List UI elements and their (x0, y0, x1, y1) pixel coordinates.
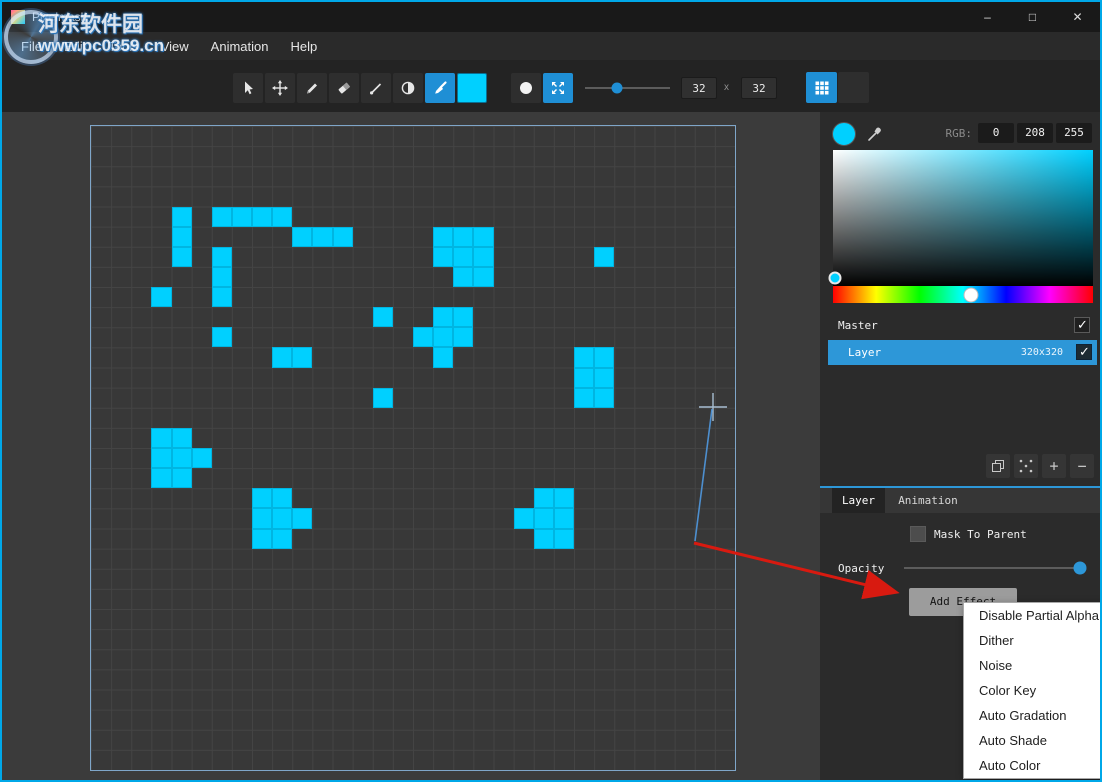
layers-toolbar: + − (986, 454, 1094, 478)
dots-icon (1018, 458, 1034, 474)
pixel-grid[interactable] (90, 125, 736, 771)
hue-marker[interactable] (963, 287, 978, 302)
effect-item-auto-color[interactable]: Auto Color (964, 753, 1102, 778)
menu-edit[interactable]: Edit (53, 39, 97, 54)
scatter-mode-button[interactable] (543, 73, 573, 103)
sv-marker[interactable] (829, 272, 842, 285)
fill-tool-button[interactable] (393, 73, 423, 103)
brush-shape-button[interactable] (511, 73, 541, 103)
line-tool-button[interactable] (361, 73, 391, 103)
mask-to-parent-checkbox[interactable] (910, 526, 926, 542)
rgb-label: RGB: (930, 127, 972, 140)
right-panel: RGB: 0 208 255 Master Layer 320x320 + − (820, 112, 1100, 780)
menu-bar: File Edit Tools View Animation Help (2, 32, 1100, 60)
pencil-tool-button[interactable] (297, 73, 327, 103)
window-title: Pixelmash (32, 10, 87, 24)
title-bar: Pixelmash – □ ✕ (2, 2, 1100, 32)
select-tool-button[interactable] (233, 73, 263, 103)
current-color-indicator[interactable] (832, 122, 856, 146)
master-layer-label: Master (838, 319, 878, 332)
transform-layer-button[interactable] (1014, 454, 1038, 478)
add-layer-button[interactable]: + (1042, 454, 1066, 478)
duplicate-layer-button[interactable] (986, 454, 1010, 478)
maximize-button[interactable]: □ (1010, 2, 1055, 32)
brush-size-handle[interactable] (612, 83, 623, 94)
opacity-slider[interactable] (904, 567, 1080, 569)
brush-size-slider[interactable] (585, 87, 670, 89)
app-icon (11, 10, 25, 24)
layer-size: 320x320 (1021, 347, 1063, 358)
plus-icon: + (1049, 457, 1058, 475)
minimize-button[interactable]: – (965, 2, 1010, 32)
menu-animation[interactable]: Animation (200, 39, 280, 54)
tab-animation[interactable]: Animation (885, 488, 971, 513)
hue-bar[interactable] (833, 286, 1093, 303)
opacity-label: Opacity (838, 562, 884, 575)
tab-layer[interactable]: Layer (832, 488, 885, 513)
app-window: Pixelmash – □ ✕ File Edit Tools View Ani… (0, 0, 1102, 782)
move-icon (272, 80, 288, 96)
master-visibility-checkbox[interactable] (1074, 317, 1090, 333)
brush-icon (432, 80, 448, 96)
close-button[interactable]: ✕ (1055, 2, 1100, 32)
cursor-icon (240, 80, 256, 96)
move-tool-button[interactable] (265, 73, 295, 103)
mask-to-parent-label: Mask To Parent (934, 528, 1027, 541)
grid-icon (814, 80, 830, 96)
menu-file[interactable]: File (10, 39, 53, 54)
rgb-b-value[interactable]: 255 (1056, 123, 1092, 143)
grid-toggle-button[interactable] (806, 72, 837, 103)
scatter-icon (550, 80, 566, 96)
pencil-icon (304, 80, 320, 96)
effect-item-disable-partial-alpha[interactable]: Disable Partial Alpha (964, 603, 1102, 628)
eyedropper-icon[interactable] (866, 123, 886, 143)
copy-icon (990, 458, 1006, 474)
effect-item-color-key[interactable]: Color Key (964, 678, 1102, 703)
menu-help[interactable]: Help (279, 39, 328, 54)
rgb-g-value[interactable]: 208 (1017, 123, 1053, 143)
canvas-area (2, 112, 820, 780)
toolbar: x (2, 60, 1100, 114)
eraser-tool-button[interactable] (329, 73, 359, 103)
menu-tools[interactable]: Tools (97, 39, 149, 54)
effect-item-auto-shade[interactable]: Auto Shade (964, 728, 1102, 753)
layer-visibility-checkbox[interactable] (1076, 344, 1092, 360)
window-controls: – □ ✕ (965, 2, 1100, 32)
color-swatch-button[interactable] (457, 73, 487, 103)
rgb-r-value[interactable]: 0 (978, 123, 1014, 143)
opacity-handle[interactable] (1074, 562, 1087, 575)
half-circle-icon (400, 80, 416, 96)
sv-gradient[interactable] (833, 150, 1093, 286)
effect-menu: Disable Partial Alpha Dither Noise Color… (963, 602, 1102, 779)
canvas-width-input[interactable] (681, 77, 717, 99)
layer-tab-strip: Layer Animation (820, 486, 1100, 513)
layer-row[interactable]: Layer 320x320 (828, 340, 1097, 365)
circle-shape-icon (518, 80, 534, 96)
canvas-height-input[interactable] (741, 77, 777, 99)
eraser-icon (336, 80, 352, 96)
minus-icon: − (1077, 457, 1086, 475)
remove-layer-button[interactable]: − (1070, 454, 1094, 478)
grid-alt-toggle-button[interactable] (838, 72, 869, 103)
dims-separator: x (724, 82, 729, 93)
effect-item-dither[interactable]: Dither (964, 628, 1102, 653)
layer-name: Layer (848, 346, 881, 359)
effect-item-noise[interactable]: Noise (964, 653, 1102, 678)
brush-tool-button[interactable] (425, 73, 455, 103)
pen-icon (368, 80, 384, 96)
menu-view[interactable]: View (150, 39, 200, 54)
effect-item-auto-gradation[interactable]: Auto Gradation (964, 703, 1102, 728)
